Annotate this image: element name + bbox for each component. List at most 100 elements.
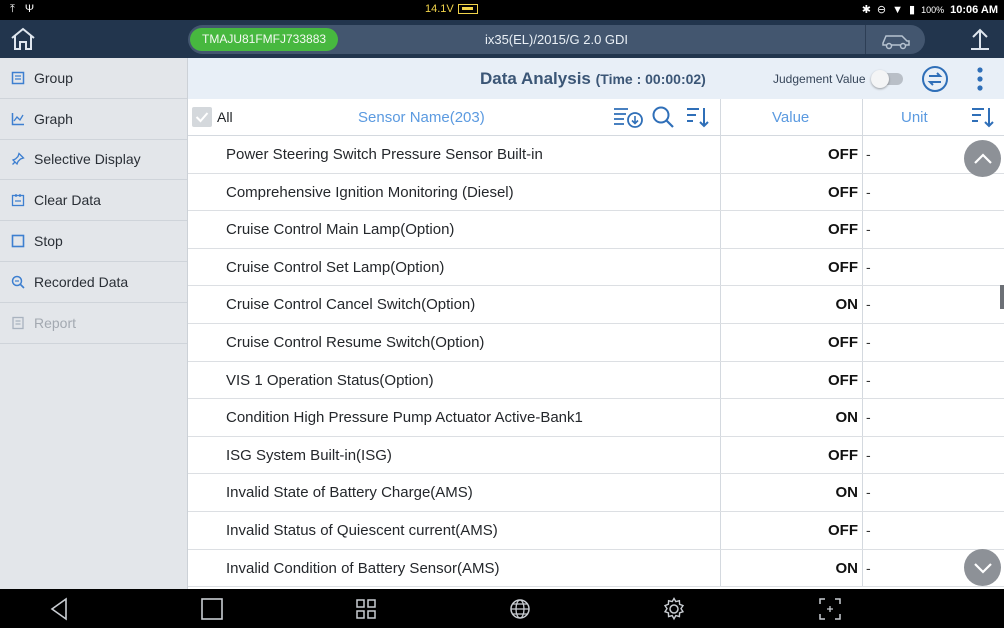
sort-unit-button[interactable] bbox=[970, 105, 998, 129]
sensor-name: VIS 1 Operation Status(Option) bbox=[226, 371, 434, 389]
usb-icon: Ψ bbox=[24, 3, 35, 15]
sidebar-item-label: Graph bbox=[34, 110, 73, 127]
sort-sensor-button[interactable] bbox=[685, 105, 713, 129]
scroll-up-button[interactable] bbox=[964, 140, 1001, 177]
sensor-unit: - bbox=[866, 333, 871, 350]
sidebar-item-label: Report bbox=[34, 314, 77, 331]
sensor-name: Power Steering Switch Pressure Sensor Bu… bbox=[226, 146, 543, 163]
back-triangle-icon bbox=[50, 597, 67, 621]
unit-column-header[interactable]: Unit bbox=[901, 109, 928, 126]
battery-level: 100% bbox=[921, 4, 945, 15]
recorded-data-icon bbox=[10, 274, 26, 290]
navigation-bar bbox=[0, 589, 1004, 628]
more-options-button[interactable] bbox=[968, 66, 992, 92]
battery-icon: ▮ bbox=[909, 4, 916, 16]
home-button[interactable] bbox=[0, 20, 46, 58]
table-row[interactable]: Cruise Control Set Lamp(Option) OFF - bbox=[188, 248, 1004, 287]
refresh-swap-button[interactable] bbox=[921, 65, 949, 93]
sensor-unit: - bbox=[866, 296, 871, 313]
filter-list-button[interactable] bbox=[612, 105, 643, 129]
export-button[interactable] bbox=[962, 23, 998, 55]
sensor-unit: - bbox=[866, 409, 871, 426]
chevron-up-icon bbox=[973, 152, 992, 164]
sensor-unit: - bbox=[866, 446, 871, 463]
upload-arrow-icon bbox=[971, 28, 989, 50]
back-button[interactable] bbox=[46, 597, 72, 621]
select-all-checkbox[interactable] bbox=[192, 107, 212, 127]
sidebar-item-recorded-data[interactable]: Recorded Data bbox=[0, 262, 187, 303]
home-nav-button[interactable] bbox=[199, 597, 225, 621]
upload-icon: ⤒ bbox=[10, 3, 15, 15]
sidebar-item-label: Stop bbox=[34, 233, 63, 250]
voltage-readout: 14.1V bbox=[425, 3, 454, 15]
sensor-value: OFF bbox=[828, 221, 858, 239]
search-button[interactable] bbox=[651, 105, 679, 129]
swap-icon bbox=[922, 66, 948, 92]
pin-icon bbox=[10, 151, 26, 167]
sensor-value: OFF bbox=[828, 371, 858, 389]
vehicle-select-button[interactable] bbox=[865, 25, 925, 54]
group-icon bbox=[10, 70, 26, 86]
table-row[interactable]: Invalid Condition of Battery Sensor(AMS)… bbox=[188, 549, 1004, 588]
recent-apps-button[interactable] bbox=[353, 597, 379, 621]
settings-button[interactable] bbox=[661, 597, 687, 621]
sidebar-item-label: Selective Display bbox=[34, 151, 141, 168]
scrollbar-thumb[interactable] bbox=[1000, 285, 1004, 309]
sensor-name: ISG System Built-in(ISG) bbox=[226, 446, 392, 464]
column-divider bbox=[720, 99, 721, 136]
page-title-text: Data Analysis bbox=[480, 69, 591, 88]
scroll-down-button[interactable] bbox=[964, 549, 1001, 586]
elapsed-time: (Time : 00:00:02) bbox=[595, 71, 706, 87]
table-row[interactable]: VIS 1 Operation Status(Option) OFF - bbox=[188, 361, 1004, 400]
internet-button[interactable] bbox=[507, 597, 533, 621]
report-icon bbox=[10, 315, 26, 331]
vehicle-info-bar: TMAJU81FMFJ733883 ix35(EL)/2015/G 2.0 GD… bbox=[188, 25, 925, 54]
sensor-unit: - bbox=[866, 221, 871, 238]
sensor-name: Comprehensive Ignition Monitoring (Diese… bbox=[226, 183, 514, 201]
data-analysis-screen: ⤒ Ψ 14.1V ✱ ⊖ ▼ ▮ 100% 10:06 AM TMAJU81F… bbox=[0, 0, 1004, 628]
table-row[interactable]: Cruise Control Main Lamp(Option) OFF - bbox=[188, 211, 1004, 249]
table-row[interactable]: Cruise Control Cancel Switch(Option) ON - bbox=[188, 286, 1004, 324]
page-title: Data Analysis (Time : 00:00:02) bbox=[480, 69, 706, 89]
sidebar: Group Graph Selective Display Clear Data… bbox=[0, 58, 188, 589]
table-row[interactable]: Invalid Status of Quiescent current(AMS)… bbox=[188, 511, 1004, 550]
sensor-name: Cruise Control Set Lamp(Option) bbox=[226, 258, 445, 276]
screenshot-icon bbox=[819, 598, 841, 620]
sidebar-item-report[interactable]: Report bbox=[0, 303, 187, 344]
sort-icon bbox=[972, 108, 994, 128]
sensor-name: Condition High Pressure Pump Actuator Ac… bbox=[226, 409, 583, 427]
sensor-unit: - bbox=[866, 183, 871, 200]
sidebar-item-group[interactable]: Group bbox=[0, 58, 187, 99]
table-row[interactable]: ISG System Built-in(ISG) OFF - bbox=[188, 436, 1004, 475]
graph-icon bbox=[10, 111, 26, 127]
sensor-unit: - bbox=[866, 559, 871, 576]
value-column-header[interactable]: Value bbox=[772, 109, 809, 126]
sensor-name: Cruise Control Main Lamp(Option) bbox=[226, 221, 455, 239]
car-icon bbox=[881, 34, 910, 49]
sensor-unit: - bbox=[866, 521, 871, 538]
table-row[interactable]: Invalid State of Battery Charge(AMS) ON - bbox=[188, 474, 1004, 512]
sidebar-item-graph[interactable]: Graph bbox=[0, 99, 187, 140]
sidebar-item-selective-display[interactable]: Selective Display bbox=[0, 140, 187, 181]
sidebar-item-stop[interactable]: Stop bbox=[0, 221, 187, 262]
table-row[interactable]: Power Steering Switch Pressure Sensor Bu… bbox=[188, 136, 1004, 174]
do-not-disturb-icon: ⊖ bbox=[876, 4, 887, 16]
screen-capture-button[interactable] bbox=[817, 597, 843, 621]
table-row[interactable]: Comprehensive Ignition Monitoring (Diese… bbox=[188, 173, 1004, 212]
check-icon bbox=[195, 112, 209, 123]
data-analysis-header: Data Analysis (Time : 00:00:02) Judgemen… bbox=[188, 58, 1004, 99]
table-row[interactable]: Condition High Pressure Pump Actuator Ac… bbox=[188, 399, 1004, 437]
judgement-value-toggle[interactable] bbox=[871, 70, 903, 88]
sidebar-item-label: Recorded Data bbox=[34, 273, 129, 290]
search-icon bbox=[652, 106, 674, 128]
sensor-name-column-header[interactable]: Sensor Name(203) bbox=[358, 109, 485, 126]
sidebar-item-clear-data[interactable]: Clear Data bbox=[0, 180, 187, 222]
sensor-name: Invalid Condition of Battery Sensor(AMS) bbox=[226, 559, 500, 577]
sensor-value: OFF bbox=[828, 446, 858, 464]
globe-icon bbox=[510, 599, 530, 619]
more-vertical-icon bbox=[977, 67, 983, 91]
sort-icon bbox=[687, 108, 709, 128]
table-row[interactable]: Cruise Control Resume Switch(Option) OFF - bbox=[188, 323, 1004, 362]
judgement-value-label: Judgement Value bbox=[773, 72, 866, 86]
bluetooth-icon: ✱ bbox=[861, 4, 871, 16]
